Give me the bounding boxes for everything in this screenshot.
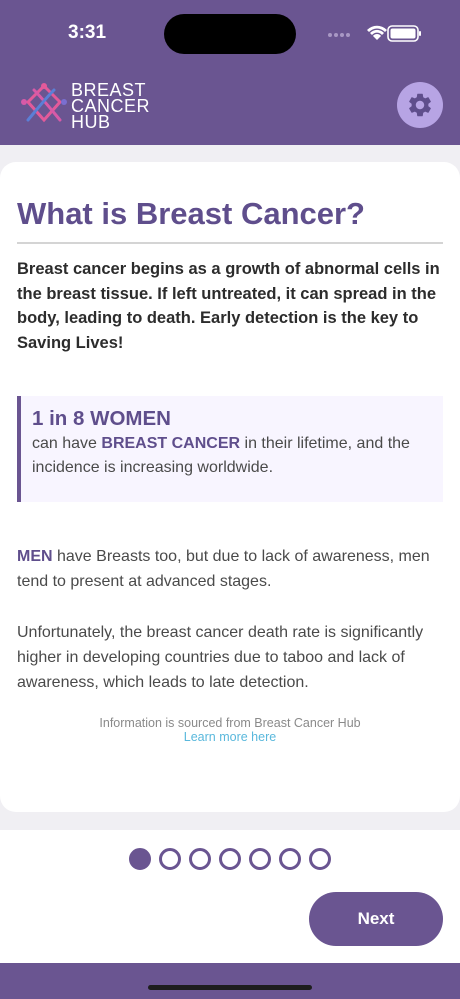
page-dot-2[interactable] — [159, 848, 181, 870]
intro-paragraph: Breast cancer begins as a growth of abno… — [17, 260, 440, 352]
learn-more-link[interactable]: Learn more here — [0, 730, 460, 744]
home-indicator[interactable] — [148, 985, 312, 990]
breast-cancer-hub-logo: BREAST CANCER HUB — [20, 78, 160, 134]
wifi-icon — [367, 25, 387, 40]
callout-body: can have BREAST CANCER in their lifetime… — [32, 432, 437, 480]
page-dot-4[interactable] — [219, 848, 241, 870]
battery-icon — [387, 25, 421, 42]
cellular-signal-icon — [328, 33, 350, 37]
logo-wordmark: BREAST CANCER HUB — [71, 81, 150, 132]
dynamic-island — [164, 14, 296, 54]
title-divider — [17, 242, 443, 244]
status-icons — [326, 22, 422, 46]
app-header: 3:31 BREAST CANCER HUB — [0, 0, 460, 145]
logo-line-3: HUB — [71, 112, 111, 132]
ribbon-logo-icon — [21, 83, 67, 123]
status-time: 3:31 — [68, 22, 107, 43]
source-text: Information is sourced from Breast Cance… — [99, 716, 361, 730]
men-paragraph: MEN have Breasts too, but due to lack of… — [17, 544, 445, 594]
page-dot-1[interactable] — [129, 848, 151, 870]
settings-button[interactable] — [397, 82, 443, 128]
callout-body-prefix: can have — [32, 435, 102, 452]
men-paragraph-text: have Breasts too, but due to lack of awa… — [17, 548, 430, 590]
source-note: Information is sourced from Breast Cance… — [0, 716, 460, 744]
gear-icon — [409, 93, 431, 117]
page-dot-3[interactable] — [189, 848, 211, 870]
statistic-callout: 1 in 8 WOMEN can have BREAST CANCER in t… — [17, 396, 443, 502]
callout-highlight: BREAST CANCER — [101, 435, 241, 452]
callout-heading: 1 in 8 WOMEN — [32, 407, 171, 430]
next-button[interactable]: Next — [309, 892, 443, 946]
men-highlight: MEN — [17, 548, 53, 565]
page-dot-6[interactable] — [279, 848, 301, 870]
page-dot-5[interactable] — [249, 848, 271, 870]
pagination-dots — [129, 848, 339, 870]
death-rate-paragraph: Unfortunately, the breast cancer death r… — [17, 624, 424, 691]
page-title: What is Breast Cancer? — [17, 196, 365, 231]
page-dot-7[interactable] — [309, 848, 331, 870]
bottom-bar — [0, 963, 460, 999]
